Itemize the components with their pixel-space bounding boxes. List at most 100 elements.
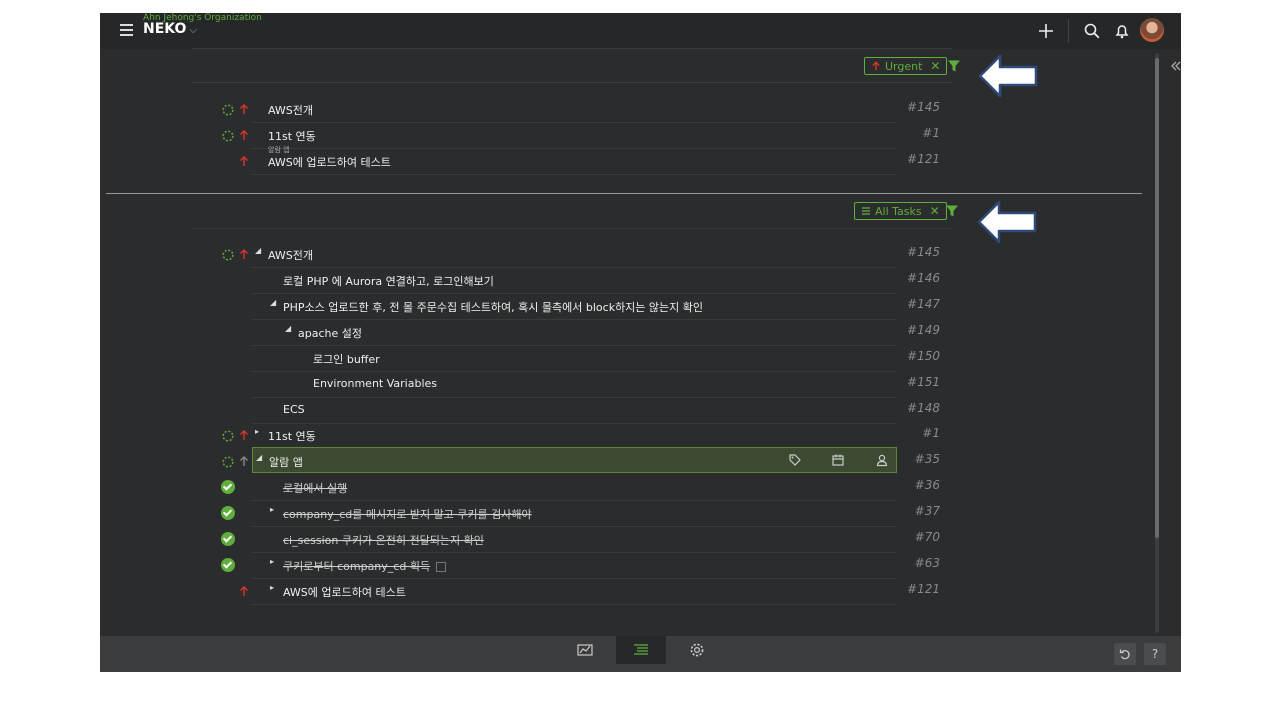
task-row[interactable]: ▸ company_cd를 메시지로 받지 말고 쿠키를 검사해야 (252, 501, 897, 527)
task-number: #147 (907, 297, 940, 311)
search-icon[interactable] (1082, 21, 1102, 41)
close-icon[interactable]: ✕ (930, 59, 940, 73)
plus-icon[interactable] (1036, 21, 1056, 41)
task-title: 알람 앱 (269, 456, 303, 469)
all-tasks-filter-chip[interactable]: All Tasks ✕ (854, 202, 947, 220)
tab-settings[interactable] (672, 636, 722, 664)
task-row-selected[interactable]: ◢ 알람 앱 (252, 447, 897, 473)
expand-toggle[interactable]: ◢ (256, 453, 262, 462)
task-row[interactable]: ci_session 쿠키가 온전히 전달되는지 확인 (252, 527, 897, 553)
expand-toggle[interactable]: ◢ (255, 246, 261, 255)
task-title: AWS전개 (268, 104, 314, 117)
task-number: #145 (907, 245, 940, 259)
task-title: company_cd를 메시지로 받지 말고 쿠키를 검사해야 (283, 508, 532, 521)
task-number: #151 (907, 375, 940, 389)
priority-up-icon (240, 104, 248, 114)
task-title: AWS에 업로드하여 테스트 (268, 156, 391, 169)
task-row[interactable]: Environment Variables (252, 372, 897, 398)
list-icon (862, 207, 870, 215)
task-row[interactable]: ◢ apache 설정 (252, 320, 897, 346)
app-window: Ahn Jehong's Organization NEKO ⌵ Urgent ✕… (100, 13, 1181, 672)
task-title: Environment Variables (313, 377, 438, 390)
task-row[interactable]: ▸ AWS에 업로드하여 테스트 (252, 579, 897, 605)
task-title: ECS (283, 403, 305, 416)
double-chevron-left-icon[interactable] (1170, 59, 1181, 73)
project-name: NEKO (143, 21, 187, 37)
completed-icon[interactable] (221, 480, 235, 494)
filter-divider (192, 228, 952, 229)
task-row[interactable]: ◢ PHP소스 업로드한 후, 전 몰 주문수집 테스트하여, 혹시 몰측에서 … (252, 294, 897, 320)
in-progress-icon (222, 456, 234, 468)
task-number: #35 (914, 452, 940, 466)
expand-toggle[interactable]: ▸ (270, 505, 274, 514)
task-number: #37 (914, 504, 940, 518)
expand-toggle[interactable]: ▸ (270, 557, 274, 566)
gear-icon (690, 643, 704, 657)
urgent-task-row[interactable]: 11st 연동 (252, 123, 897, 149)
menu-icon[interactable] (120, 24, 133, 36)
priority-up-icon (240, 456, 248, 466)
task-title: 쿠키로부터 company_cd 획득 (283, 558, 447, 574)
task-number: #63 (914, 556, 940, 570)
task-number: #149 (907, 323, 940, 337)
panel-separator (106, 193, 1142, 194)
task-number: #146 (907, 271, 940, 285)
task-number: #121 (907, 152, 940, 166)
completed-icon[interactable] (221, 558, 235, 572)
filter-icon[interactable] (947, 59, 961, 73)
calendar-icon[interactable] (831, 453, 845, 467)
bell-icon[interactable] (1112, 21, 1132, 41)
all-tasks-filter-label: All Tasks (875, 204, 922, 218)
expand-toggle[interactable]: ◢ (285, 324, 291, 333)
task-row[interactable]: 로컬에서 실행 (252, 475, 897, 501)
tab-dashboard[interactable] (560, 636, 610, 664)
task-row[interactable]: ▸ 11st 연동 (252, 423, 897, 449)
callout-arrow-icon (978, 54, 1038, 98)
undo-icon (1119, 649, 1130, 660)
priority-up-icon (240, 249, 248, 259)
completed-icon[interactable] (221, 506, 235, 520)
task-title: ci_session 쿠키가 온전히 전달되는지 확인 (283, 534, 484, 547)
undo-button[interactable] (1114, 643, 1136, 665)
task-title: 로컬에서 실행 (283, 482, 348, 495)
in-progress-icon (222, 430, 234, 442)
chart-icon (577, 644, 593, 656)
task-number: #1 (922, 126, 940, 140)
task-title: PHP소스 업로드한 후, 전 몰 주문수집 테스트하여, 혹시 몰측에서 bl… (283, 301, 704, 314)
assignee-icon[interactable] (875, 453, 889, 467)
urgent-filter-chip[interactable]: Urgent ✕ (864, 57, 948, 75)
expand-toggle[interactable]: ▸ (270, 583, 274, 592)
note-icon (436, 562, 447, 572)
expand-toggle[interactable]: ◢ (270, 298, 276, 307)
task-title: AWS에 업로드하여 테스트 (283, 586, 406, 599)
filter-divider (192, 82, 952, 83)
top-bar: Ahn Jehong's Organization NEKO ⌵ (100, 13, 1181, 49)
chevron-down-icon: ⌵ (189, 25, 197, 36)
avatar[interactable] (1140, 18, 1164, 42)
project-selector[interactable]: NEKO ⌵ (143, 21, 197, 37)
task-row[interactable]: ▸ 쿠키로부터 company_cd 획득 (252, 553, 897, 579)
in-progress-icon (222, 130, 234, 142)
urgent-filter-label: Urgent (885, 59, 923, 73)
task-title: 11st 연동 (268, 430, 316, 443)
task-row[interactable]: 로그인 buffer (252, 346, 897, 372)
header-divider (1068, 19, 1069, 43)
tag-icon[interactable] (788, 453, 802, 467)
tab-tasks[interactable] (616, 636, 666, 664)
filter-icon[interactable] (945, 204, 959, 218)
urgent-task-row[interactable]: AWS에 업로드하여 테스트 (252, 149, 897, 175)
close-icon[interactable]: ✕ (930, 204, 940, 218)
task-row[interactable]: ◢ AWS전개 (252, 242, 897, 268)
task-number: #121 (907, 582, 940, 596)
task-title: apache 설정 (298, 327, 362, 340)
help-button[interactable]: ? (1144, 643, 1166, 665)
completed-icon[interactable] (221, 532, 235, 546)
in-progress-icon (222, 249, 234, 261)
callout-arrow-icon (977, 200, 1037, 244)
urgent-task-row[interactable]: AWS전개 (252, 97, 897, 123)
task-row[interactable]: ECS (252, 398, 897, 424)
task-number: #150 (907, 349, 940, 363)
task-row[interactable]: 로컬 PHP 에 Aurora 연결하고, 로그인해보기 (252, 268, 897, 294)
scrollbar-thumb[interactable] (1155, 58, 1159, 538)
expand-toggle[interactable]: ▸ (255, 427, 259, 436)
